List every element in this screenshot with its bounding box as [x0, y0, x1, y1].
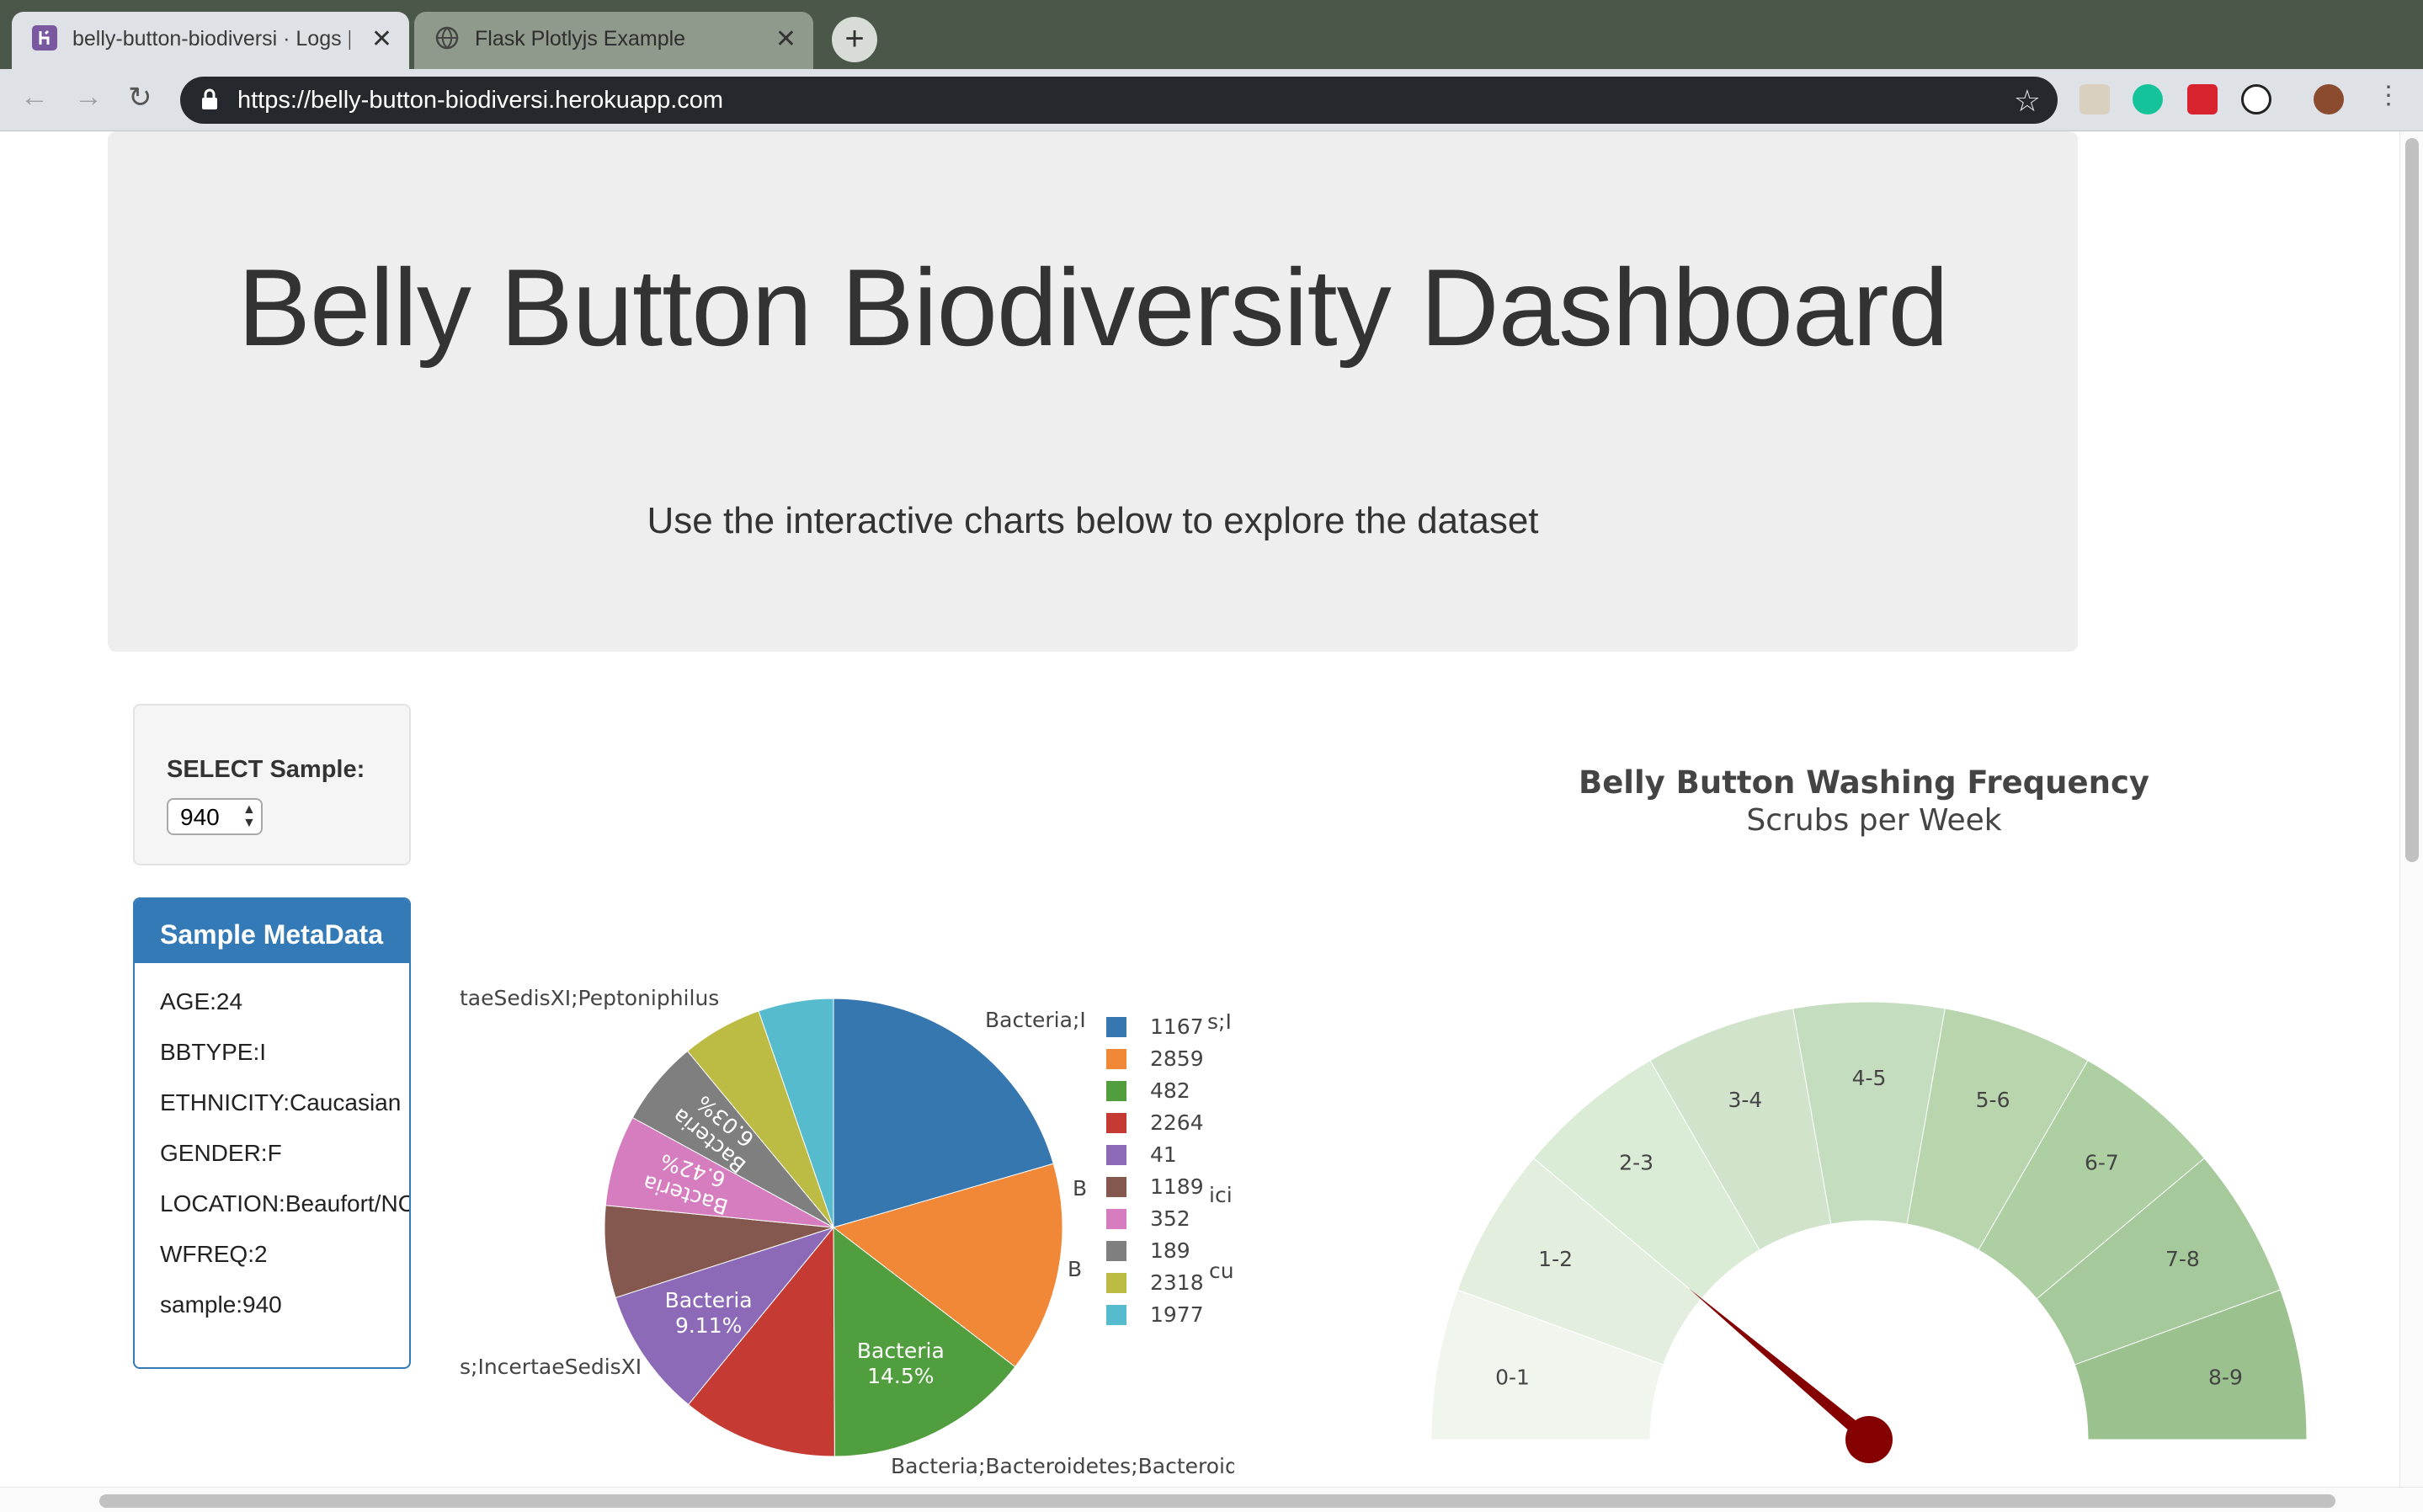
- legend-swatch[interactable]: [1106, 1241, 1126, 1261]
- gauge-segment-label: 2-3: [1619, 1151, 1653, 1175]
- tab-heroku-logs[interactable]: belly-button-biodiversi · Logs | Heroku …: [12, 12, 409, 69]
- legend-label[interactable]: 1167: [1150, 1014, 1204, 1039]
- legend-swatch[interactable]: [1106, 1017, 1126, 1037]
- pie-inside-label: Bacteria14.5%: [857, 1339, 945, 1388]
- pie-inside-label-pct: 14.5%: [867, 1364, 934, 1388]
- metadata-row: sample:940: [160, 1291, 282, 1318]
- new-tab-button[interactable]: +: [832, 17, 877, 62]
- extension-red-icon[interactable]: [2187, 84, 2218, 114]
- gauge-segment-label: 5-6: [1976, 1088, 2010, 1112]
- gauge-chart: Belly Button Washing Frequency Scrubs pe…: [1430, 764, 2308, 1463]
- pie-inside-label: Bacteria9.11%: [665, 1288, 753, 1338]
- legend-swatch[interactable]: [1106, 1145, 1126, 1165]
- legend-swatch[interactable]: [1106, 1177, 1126, 1197]
- legend-swatch[interactable]: [1106, 1305, 1126, 1325]
- metadata-row: ETHNICITY:Caucasian: [160, 1089, 402, 1115]
- sample-selector-well: SELECT Sample: 940 ▲ ▼: [133, 704, 411, 865]
- metadata-heading: Sample MetaData: [135, 899, 409, 963]
- url-text: https://belly-button-biodiversi.herokuap…: [237, 87, 724, 114]
- pie-inside-label-text: Bacteria: [665, 1288, 753, 1312]
- pie-outside-label: taeSedisXI;Peptoniphilus: [460, 986, 719, 1010]
- globe-icon: [435, 26, 459, 50]
- close-tab-icon[interactable]: ✕: [775, 24, 796, 54]
- gauge-title: Belly Button Washing Frequency: [1579, 764, 2149, 801]
- metadata-row: GENDER:F: [160, 1140, 282, 1166]
- legend-swatch[interactable]: [1106, 1049, 1126, 1069]
- legend-label[interactable]: 2318: [1150, 1270, 1204, 1295]
- legend-label[interactable]: 2859: [1150, 1046, 1204, 1071]
- scrollbar-thumb[interactable]: [99, 1494, 2335, 1508]
- legend-swatch[interactable]: [1106, 1209, 1126, 1229]
- close-tab-icon[interactable]: ✕: [371, 24, 392, 54]
- metadata-body: AGE:24 BBTYPE:I ETHNICITY:Caucasian GEND…: [135, 963, 409, 1330]
- gauge-subtitle: Scrubs per Week: [1746, 803, 2001, 838]
- pie-outside-label: Bacteria;Bacteroidetes;Bacteroidi: [891, 1454, 1234, 1478]
- legend-label[interactable]: 1189: [1150, 1174, 1204, 1199]
- pie-outside-label: s;I: [1207, 1009, 1232, 1034]
- legend-label[interactable]: 189: [1150, 1238, 1190, 1263]
- tab-flask-plotlyjs[interactable]: Flask Plotlyjs Example ✕: [414, 12, 813, 69]
- extension-circle-icon[interactable]: [2241, 84, 2271, 114]
- tab-title: belly-button-biodiversi · Logs | Heroku: [72, 27, 350, 51]
- pie-outside-label: B: [1073, 1176, 1087, 1201]
- pie-inside-label-text: Bacteria: [857, 1339, 945, 1363]
- browser-toolbar: ← → ↻ https://belly-button-biodiversi.he…: [0, 69, 2423, 131]
- metadata-panel: Sample MetaData AGE:24 BBTYPE:I ETHNICIT…: [133, 897, 411, 1369]
- legend-label[interactable]: 482: [1150, 1078, 1190, 1103]
- pie-chart: Bacteria14.5%Bacteria9.11%Bacteria6.42%B…: [460, 986, 1234, 1478]
- reload-icon[interactable]: ↻: [128, 81, 152, 114]
- address-bar[interactable]: https://belly-button-biodiversi.herokuap…: [180, 77, 2058, 124]
- legend-label[interactable]: 2264: [1150, 1110, 1204, 1135]
- extension-notes-icon[interactable]: [2080, 84, 2110, 114]
- page-content: Belly Button Biodiversity Dashboard Use …: [0, 131, 2423, 1512]
- pie-outside-label: B: [1068, 1257, 1082, 1281]
- gauge-segment-label: 4-5: [1852, 1066, 1887, 1090]
- pie-outside-label: s;IncertaeSedisXI: [460, 1355, 642, 1379]
- pie-outside-label: ici: [1209, 1183, 1233, 1207]
- jumbotron: Belly Button Biodiversity Dashboard Use …: [108, 131, 2078, 652]
- gauge-segment-label: 0-1: [1495, 1365, 1530, 1389]
- vertical-scrollbar[interactable]: [2399, 131, 2423, 1487]
- legend-label[interactable]: 352: [1150, 1206, 1190, 1231]
- bookmark-star-icon[interactable]: ☆: [2014, 83, 2041, 119]
- legend-label[interactable]: 41: [1150, 1142, 1177, 1167]
- metadata-row: AGE:24: [160, 988, 243, 1014]
- page-subtitle: Use the interactive charts below to expl…: [647, 500, 1539, 541]
- gauge-needle: [1688, 1288, 1874, 1445]
- gauge-segment-label: 7-8: [2165, 1247, 2200, 1271]
- avatar[interactable]: [2314, 84, 2344, 114]
- legend-swatch[interactable]: [1106, 1081, 1126, 1101]
- pie-outside-label: cu: [1209, 1259, 1234, 1283]
- select-sample-label: SELECT Sample:: [167, 756, 365, 783]
- gauge-needle-hub: [1845, 1416, 1893, 1463]
- metadata-row: BBTYPE:I: [160, 1039, 267, 1065]
- gauge-segment-label: 1-2: [1538, 1247, 1573, 1271]
- gauge-segment-label: 6-7: [2085, 1151, 2119, 1175]
- grammarly-icon[interactable]: [2133, 84, 2163, 114]
- pie-inside-label-pct: 9.11%: [675, 1313, 742, 1338]
- heroku-icon: [32, 25, 57, 51]
- gauge-segment-label: 8-9: [2208, 1365, 2243, 1389]
- page-title: Belly Button Biodiversity Dashboard: [237, 246, 1949, 369]
- gauge-segment-label: 3-4: [1728, 1088, 1763, 1112]
- horizontal-scrollbar[interactable]: [0, 1487, 2423, 1512]
- legend-label[interactable]: 1977: [1150, 1302, 1204, 1327]
- browser-tab-bar: belly-button-biodiversi · Logs | Heroku …: [0, 0, 2423, 69]
- metadata-row: WFREQ:2: [160, 1241, 268, 1267]
- legend-swatch[interactable]: [1106, 1273, 1126, 1293]
- legend-swatch[interactable]: [1106, 1113, 1126, 1133]
- forward-icon[interactable]: →: [74, 81, 103, 114]
- menu-dots-icon[interactable]: ⋮: [2376, 81, 2401, 110]
- back-icon[interactable]: ←: [20, 81, 49, 114]
- tab-title: Flask Plotlyjs Example: [475, 27, 686, 51]
- metadata-row: LOCATION:Beaufort/NC: [160, 1190, 411, 1217]
- scrollbar-thumb[interactable]: [2405, 138, 2419, 862]
- select-arrows-icon: ▲ ▼: [242, 802, 256, 830]
- lock-icon: [202, 88, 217, 109]
- pie-outside-label: Bacteria;I: [985, 1008, 1086, 1032]
